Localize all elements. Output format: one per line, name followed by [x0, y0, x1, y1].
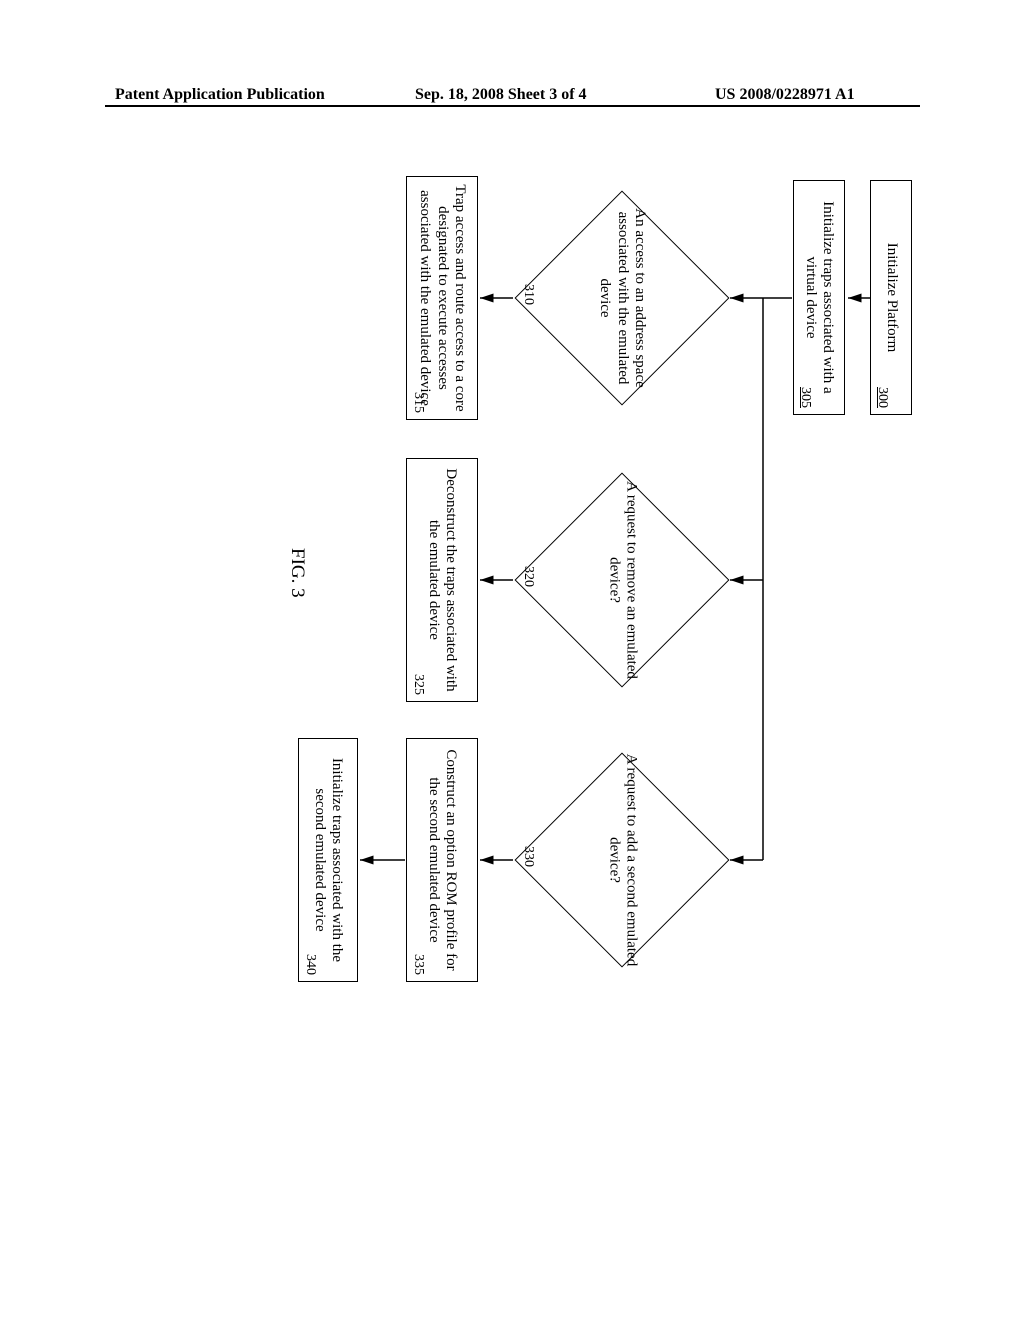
box-340-ref: 340: [302, 954, 318, 975]
box-initialize-traps-second: Initialize traps associated with the sec…: [298, 738, 358, 982]
figure-label: FIG. 3: [286, 548, 308, 598]
header-app-number: US 2008/0228971 A1: [715, 86, 855, 104]
diamond-access-address: An access to an address space associated…: [546, 222, 698, 374]
header-rule: [105, 105, 920, 107]
diamond-330-text: A request to add a second emulated devic…: [605, 754, 640, 967]
flowchart-diagram: Initialize Platform 300 Initialize traps…: [0, 170, 918, 970]
diamond-add-second-device: A request to add a second emulated devic…: [546, 784, 698, 936]
box-325-ref: 325: [410, 674, 426, 695]
box-315-ref: 315: [410, 392, 426, 413]
box-construct-option-rom: Construct an option ROM profile for the …: [406, 738, 478, 982]
box-300-text: Initialize Platform: [882, 243, 899, 353]
box-305-text: Initialize traps associated with a virtu…: [802, 187, 837, 408]
box-initialize-traps: Initialize traps associated with a virtu…: [793, 180, 845, 415]
box-340-text: Initialize traps associated with the sec…: [311, 745, 346, 975]
box-335-text: Construct an option ROM profile for the …: [425, 745, 460, 975]
diamond-310-text: An access to an address space associated…: [596, 192, 648, 405]
header-publication: Patent Application Publication: [115, 86, 325, 104]
box-300-ref: 300: [874, 387, 890, 408]
diamond-remove-device: A request to remove an emulated device? …: [546, 504, 698, 656]
box-315-text: Trap access and route access to a core d…: [416, 183, 468, 413]
diamond-320-text: A request to remove an emulated device?: [605, 474, 640, 687]
box-305-ref: 305: [797, 387, 813, 408]
box-initialize-platform: Initialize Platform 300: [870, 180, 912, 415]
box-trap-route-access: Trap access and route access to a core d…: [406, 176, 478, 420]
box-deconstruct-traps: Deconstruct the traps associated with th…: [406, 458, 478, 702]
diamond-310-ref: 310: [520, 284, 536, 305]
header-date-sheet: Sep. 18, 2008 Sheet 3 of 4: [415, 86, 587, 104]
box-325-text: Deconstruct the traps associated with th…: [425, 465, 460, 695]
box-335-ref: 335: [410, 954, 426, 975]
diamond-330-ref: 330: [520, 846, 536, 867]
diamond-320-ref: 320: [520, 566, 536, 587]
